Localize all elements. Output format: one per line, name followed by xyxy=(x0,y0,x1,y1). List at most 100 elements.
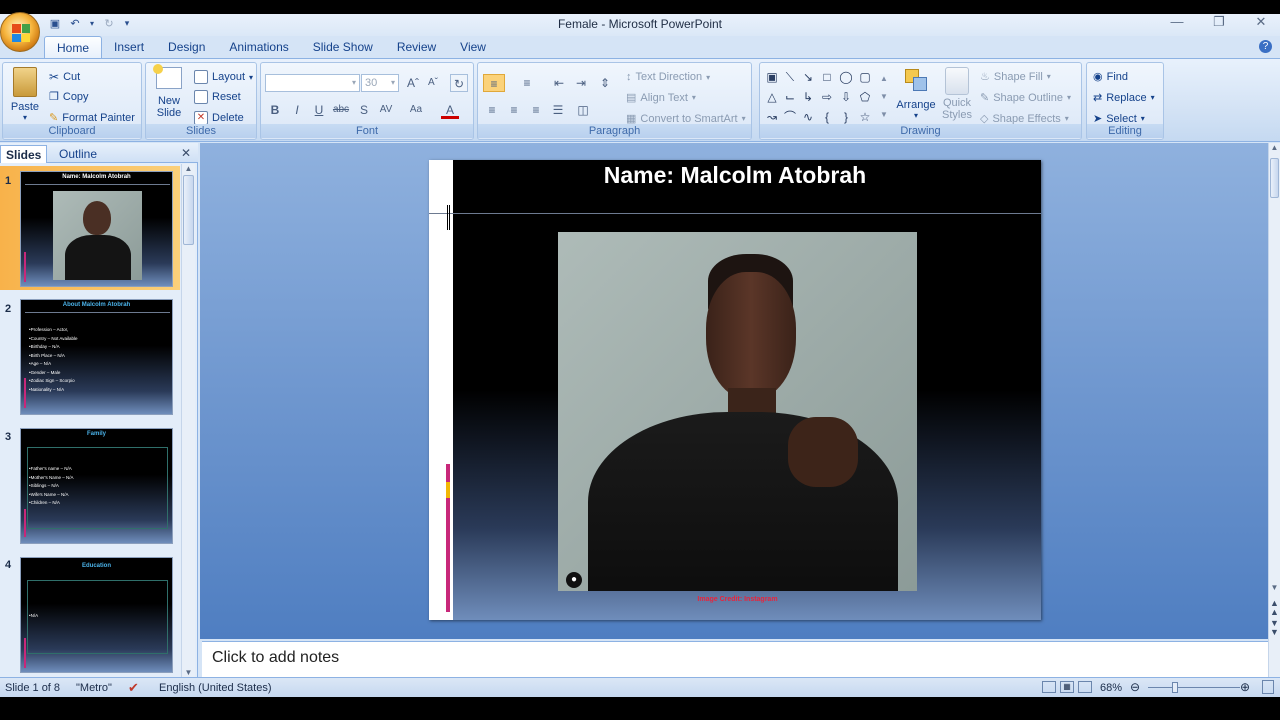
copy-button[interactable]: ❐ Copy xyxy=(49,90,89,104)
down-arrow-shape-icon[interactable]: ⇩ xyxy=(838,89,854,105)
align-right-icon[interactable]: ≡ xyxy=(527,101,545,119)
thumbnail-row-4[interactable]: 4 Education N/A xyxy=(0,555,180,677)
tab-design[interactable]: Design xyxy=(156,36,217,58)
close-pane-icon[interactable]: ✕ xyxy=(181,146,191,160)
right-arrow-shape-icon[interactable]: ⇨ xyxy=(819,89,835,105)
tab-review[interactable]: Review xyxy=(385,36,448,58)
arc-shape-icon[interactable]: ⌒ xyxy=(782,109,798,125)
notes-pane[interactable]: Click to add notes xyxy=(202,641,1268,677)
thumbnails-scrollbar[interactable]: ▲ ▼ xyxy=(181,164,195,677)
format-painter-button[interactable]: ✎ Format Painter xyxy=(49,111,135,125)
bullets-icon[interactable]: ≡ xyxy=(483,74,505,92)
tab-outline[interactable]: Outline xyxy=(54,145,102,163)
main-scroll-up-icon[interactable]: ▲ xyxy=(1269,143,1280,152)
fit-to-window-icon[interactable] xyxy=(1262,680,1274,694)
quick-styles-button[interactable]: Quick Styles xyxy=(938,67,976,121)
align-left-icon[interactable]: ≡ xyxy=(483,101,501,119)
previous-slide-icon[interactable]: ▲ ▲ xyxy=(1269,599,1280,617)
connector-shape-icon[interactable]: ⌙ xyxy=(782,89,798,105)
triangle-shape-icon[interactable]: △ xyxy=(764,89,780,105)
restore-icon[interactable]: ❐ xyxy=(1210,14,1228,30)
notes-placeholder[interactable]: Click to add notes xyxy=(212,649,339,667)
slide-thumbnail-2[interactable]: About Malcolm Atobrah Profession – Actor… xyxy=(20,299,173,415)
font-name-box[interactable]: ▾ xyxy=(265,74,360,92)
columns-icon[interactable]: ◫ xyxy=(574,101,592,119)
close-icon[interactable]: ✕ xyxy=(1252,14,1270,30)
normal-view-icon[interactable] xyxy=(1042,681,1056,693)
shapes-more-icon[interactable]: ▼ xyxy=(876,107,892,123)
delete-button[interactable]: ✕ Delete xyxy=(194,111,244,125)
office-button[interactable] xyxy=(0,12,40,52)
slide-thumbnail-3[interactable]: Family Father's name – N/A Mother's Name… xyxy=(20,428,173,544)
new-slide-button[interactable]: New Slide xyxy=(150,64,188,119)
slide-show-icon[interactable] xyxy=(1078,681,1092,693)
zoom-out-icon[interactable]: ⊖ xyxy=(1130,681,1140,693)
zoom-slider-thumb[interactable] xyxy=(1172,682,1178,693)
zoom-level[interactable]: 68% xyxy=(1100,682,1122,694)
paste-button[interactable]: Paste ▾ xyxy=(7,67,43,122)
tab-view[interactable]: View xyxy=(448,36,498,58)
shape-fill-button[interactable]: ♨ Shape Fill ▾ xyxy=(980,70,1051,84)
curve-shape-icon[interactable]: ↝ xyxy=(764,109,780,125)
left-brace-shape-icon[interactable]: { xyxy=(819,109,835,125)
reset-button[interactable]: Reset xyxy=(194,90,241,104)
textbox-shape-icon[interactable]: ▣ xyxy=(764,69,780,85)
slide-sorter-icon[interactable]: ▦ xyxy=(1060,681,1074,693)
slide-thumbnail-4[interactable]: Education N/A xyxy=(20,557,173,673)
arrange-button[interactable]: Arrange ▾ xyxy=(894,67,938,120)
tab-insert[interactable]: Insert xyxy=(102,36,156,58)
main-scrollbar[interactable]: ▲ ▼ ▲ ▲ ▼ ▼ xyxy=(1268,143,1280,677)
bold-icon[interactable]: B xyxy=(266,101,284,119)
cut-button[interactable]: ✂ Cut xyxy=(49,70,80,84)
spellcheck-icon[interactable]: ✔ xyxy=(128,680,139,696)
grow-font-icon[interactable]: Aˆ xyxy=(404,74,422,92)
arrow-line-shape-icon[interactable]: ↘ xyxy=(800,69,816,85)
slide-thumbnail-1[interactable]: Name: Malcolm Atobrah xyxy=(20,171,173,287)
help-icon[interactable]: ? xyxy=(1259,40,1272,53)
freeform-shape-icon[interactable]: ∿ xyxy=(800,109,816,125)
star-shape-icon[interactable]: ☆ xyxy=(857,109,873,125)
main-scroll-down-icon[interactable]: ▼ xyxy=(1269,583,1280,592)
line-shape-icon[interactable]: ⟍ xyxy=(782,69,798,85)
main-scrollbar-thumb[interactable] xyxy=(1270,158,1279,198)
strikethrough-icon[interactable]: abc xyxy=(332,101,350,119)
elbow-connector-shape-icon[interactable]: ↳ xyxy=(800,89,816,105)
profile-photo[interactable]: ● xyxy=(558,232,917,591)
current-slide[interactable]: Name: Malcolm Atobrah ● Image Credit: In… xyxy=(429,160,1041,620)
scroll-down-icon[interactable]: ▼ xyxy=(182,668,195,677)
change-case-icon[interactable]: Aa xyxy=(407,101,425,119)
thumbnail-row-1[interactable]: 1 Name: Malcolm Atobrah xyxy=(0,166,180,290)
rounded-rectangle-shape-icon[interactable]: ▢ xyxy=(857,69,873,85)
shrink-font-icon[interactable]: Aˇ xyxy=(424,74,442,92)
pentagon-shape-icon[interactable]: ⬠ xyxy=(857,89,873,105)
right-brace-shape-icon[interactable]: } xyxy=(838,109,854,125)
tab-animations[interactable]: Animations xyxy=(217,36,300,58)
rectangle-shape-icon[interactable]: □ xyxy=(819,69,835,85)
oval-shape-icon[interactable]: ◯ xyxy=(838,69,854,85)
tab-slide-show[interactable]: Slide Show xyxy=(301,36,385,58)
shapes-scroll-up-icon[interactable]: ▲ xyxy=(876,71,892,87)
character-spacing-icon[interactable]: AV xyxy=(377,101,395,119)
zoom-slider-track[interactable] xyxy=(1148,687,1240,688)
decrease-indent-icon[interactable]: ⇤ xyxy=(550,74,568,92)
increase-indent-icon[interactable]: ⇥ xyxy=(572,74,590,92)
slide-title[interactable]: Name: Malcolm Atobrah xyxy=(453,162,1017,189)
font-size-box[interactable]: 30 ▾ xyxy=(361,74,399,92)
underline-icon[interactable]: U xyxy=(310,101,328,119)
find-button[interactable]: ◉ Find xyxy=(1093,70,1128,84)
next-slide-icon[interactable]: ▼ ▼ xyxy=(1269,619,1280,637)
thumbnail-row-3[interactable]: 3 Family Father's name – N/A Mother's Na… xyxy=(0,426,180,548)
language-indicator[interactable]: English (United States) xyxy=(159,682,272,694)
thumbnail-row-2[interactable]: 2 About Malcolm Atobrah Profession – Act… xyxy=(0,297,180,419)
italic-icon[interactable]: I xyxy=(288,101,306,119)
clear-formatting-icon[interactable]: ↻ xyxy=(450,74,468,92)
shape-outline-button[interactable]: ✎ Shape Outline ▾ xyxy=(980,91,1071,105)
align-center-icon[interactable]: ≡ xyxy=(505,101,523,119)
zoom-in-icon[interactable]: ⊕ xyxy=(1240,681,1250,693)
text-direction-button[interactable]: ↕ Text Direction ▾ xyxy=(626,71,710,83)
font-color-icon[interactable]: A xyxy=(441,101,459,119)
align-text-button[interactable]: ▤ Align Text ▾ xyxy=(626,91,696,105)
minimize-icon[interactable]: — xyxy=(1168,14,1186,30)
line-spacing-icon[interactable]: ⇕ xyxy=(596,74,614,92)
tab-slides[interactable]: Slides xyxy=(0,145,48,163)
